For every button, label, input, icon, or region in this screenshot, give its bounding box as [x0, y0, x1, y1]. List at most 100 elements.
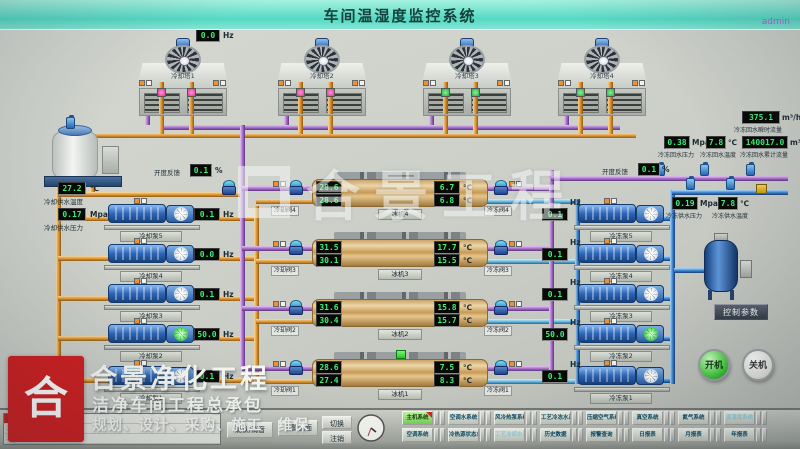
am-indicator: [604, 360, 617, 366]
nav-monthly-report[interactable]: 月报表: [678, 428, 709, 442]
pump-base: [104, 265, 200, 270]
nav-compressed-air[interactable]: 压缩空气系统: [586, 411, 617, 425]
nav-indicator: [480, 428, 485, 442]
control-params-button[interactable]: 控制参数: [714, 304, 768, 320]
cooling-tower-2[interactable]: 冷却塔2: [276, 38, 368, 118]
chiller1-chilled-out: 8.3: [434, 374, 460, 387]
chilled-total-flow-value: 140017.0: [742, 136, 788, 149]
chilled-supply-pressure-value: 0.19: [672, 197, 698, 210]
nav-ac-system[interactable]: 空调系统: [402, 428, 433, 442]
cooling-pump-4[interactable]: 冷却泵4: [104, 240, 200, 270]
chilled-return-flow-value: 375.1: [742, 111, 780, 124]
nav-process-chilled-water[interactable]: 工艺冷冻水系统: [540, 411, 571, 425]
nav-humidity-system[interactable]: 温湿度系统: [724, 411, 755, 425]
valve-indicator[interactable]: [296, 88, 305, 97]
chilled-valve-3[interactable]: [494, 240, 506, 255]
cooling-pump-3[interactable]: 冷却泵3: [104, 280, 200, 310]
tower-vents: [423, 88, 511, 116]
chilled-valve-1[interactable]: [494, 360, 506, 375]
cooling-pump-5[interactable]: 冷却泵5: [104, 200, 200, 230]
nav-daily-report[interactable]: 日报表: [632, 428, 663, 442]
nav-alarm-query[interactable]: 报警查询: [586, 428, 617, 442]
chilled-return-temp-value: 7.8: [706, 136, 726, 149]
nav-indicator: [624, 428, 629, 442]
unit-c: ℃: [463, 362, 472, 373]
pump-base: [574, 305, 670, 310]
valve-indicator[interactable]: [326, 88, 335, 97]
tower-pipe: [578, 82, 583, 114]
cooling-supply-pressure-label: 冷却供水压力: [44, 222, 83, 232]
cooling-valve-4[interactable]: [289, 180, 301, 195]
am-indicator: [423, 80, 436, 86]
manual-valve-icon[interactable]: [756, 184, 767, 194]
pipe-segment: [482, 199, 577, 204]
chilled-pump-5[interactable]: 冷冻泵5: [574, 200, 670, 230]
pump-motor-icon: [578, 366, 636, 385]
unit-m3: m³: [790, 137, 800, 148]
chilled-valve-2[interactable]: [494, 300, 506, 315]
chilled-supply-temp-label: 冷冻供水温度: [712, 211, 748, 220]
nav-indicator: [526, 428, 531, 442]
nav-yearly-report[interactable]: 年报表: [724, 428, 755, 442]
cooling-pump-2[interactable]: 冷却泵2: [104, 320, 200, 350]
nav-vacuum-system[interactable]: 真空系统: [632, 411, 663, 425]
pipe-segment: [58, 133, 636, 138]
pump-motor-icon: [108, 324, 166, 343]
control-valve[interactable]: [222, 180, 234, 195]
chilled-pump-3[interactable]: 冷冻泵3: [574, 280, 670, 310]
nav-indicator: [618, 411, 623, 425]
nav-heatpump-system[interactable]: 风冷热泵系统: [494, 411, 525, 425]
dosing-tank-cap: [58, 125, 92, 136]
am-indicator: [273, 301, 286, 307]
cooling-valve-2[interactable]: [289, 300, 301, 315]
chilled-pump-2[interactable]: 冷冻泵2: [574, 320, 670, 350]
tower-pipe: [298, 82, 303, 114]
valve-indicator[interactable]: [187, 88, 196, 97]
nav-indicator: [762, 428, 767, 442]
cooling-valve-1[interactable]: [289, 360, 301, 375]
nav-nitrogen-system[interactable]: 氮气系统: [678, 411, 709, 425]
dosing-tank[interactable]: [52, 132, 98, 178]
nav-main-system[interactable]: 主机系统: [402, 411, 433, 425]
valve-indicator[interactable]: [471, 88, 480, 97]
valve-indicator[interactable]: [606, 88, 615, 97]
nav-history-data[interactable]: 历史数据: [540, 428, 571, 442]
nav-ac-water-system[interactable]: 空调水系统: [448, 411, 479, 425]
logout-button[interactable]: 注销: [322, 431, 352, 444]
chilled-return-pressure-label: 冷冻回水压力: [658, 150, 694, 159]
chiller-label: 冰机1: [378, 389, 422, 400]
chilled-return-pressure-value: 0.38: [664, 136, 690, 149]
valve-indicator[interactable]: [441, 88, 450, 97]
start-button[interactable]: 开机: [698, 349, 730, 381]
unit-mpa: Mpa: [90, 209, 108, 220]
pump-label: 冷冻泵1: [590, 393, 652, 404]
pump-base: [104, 305, 200, 310]
nav-process-cooling-water[interactable]: 工艺冷却水系统: [494, 428, 525, 442]
tower1-fan-hz: 0.0: [196, 29, 220, 42]
chilled-valve-4[interactable]: [494, 180, 506, 195]
tower-pipe: [443, 82, 448, 114]
cooling-tower-4[interactable]: 冷却塔4: [556, 38, 648, 118]
chilled-pump-4[interactable]: 冷冻泵4: [574, 240, 670, 270]
cooling-valve-2-label: 冷却阀2: [271, 326, 299, 336]
cooling-tower-3[interactable]: 冷却塔3: [421, 38, 513, 118]
valve-indicator[interactable]: [576, 88, 585, 97]
nav-button-grid: 主机系统 空调水系统 风冷热泵系统 工艺冷冻水系统 压缩空气系统 真空系统 氮气…: [402, 411, 767, 445]
valve-indicator[interactable]: [157, 88, 166, 97]
chiller-label: 冰机3: [378, 269, 422, 280]
nav-source-overview[interactable]: 冷热源状态总览: [448, 428, 479, 442]
expansion-tank[interactable]: [704, 240, 738, 292]
cooling-tower-1[interactable]: 冷却塔1: [137, 38, 229, 118]
brand-logo: 合: [8, 356, 84, 442]
chilled-supply-temp-value: 7.8: [718, 197, 738, 210]
nav-indicator: [486, 411, 491, 425]
switch-button[interactable]: 切换: [322, 416, 352, 429]
cooling-valve-3[interactable]: [289, 240, 301, 255]
chilled-pump-1[interactable]: 冷冻泵1: [574, 362, 670, 392]
pump-motor-icon: [108, 244, 166, 263]
unit-hz: Hz: [570, 359, 581, 370]
stop-button[interactable]: 关机: [742, 349, 774, 381]
chiller2-cooling-in: 31.6: [316, 301, 342, 314]
unit-hz: Hz: [570, 277, 581, 288]
am-indicator: [604, 278, 617, 284]
